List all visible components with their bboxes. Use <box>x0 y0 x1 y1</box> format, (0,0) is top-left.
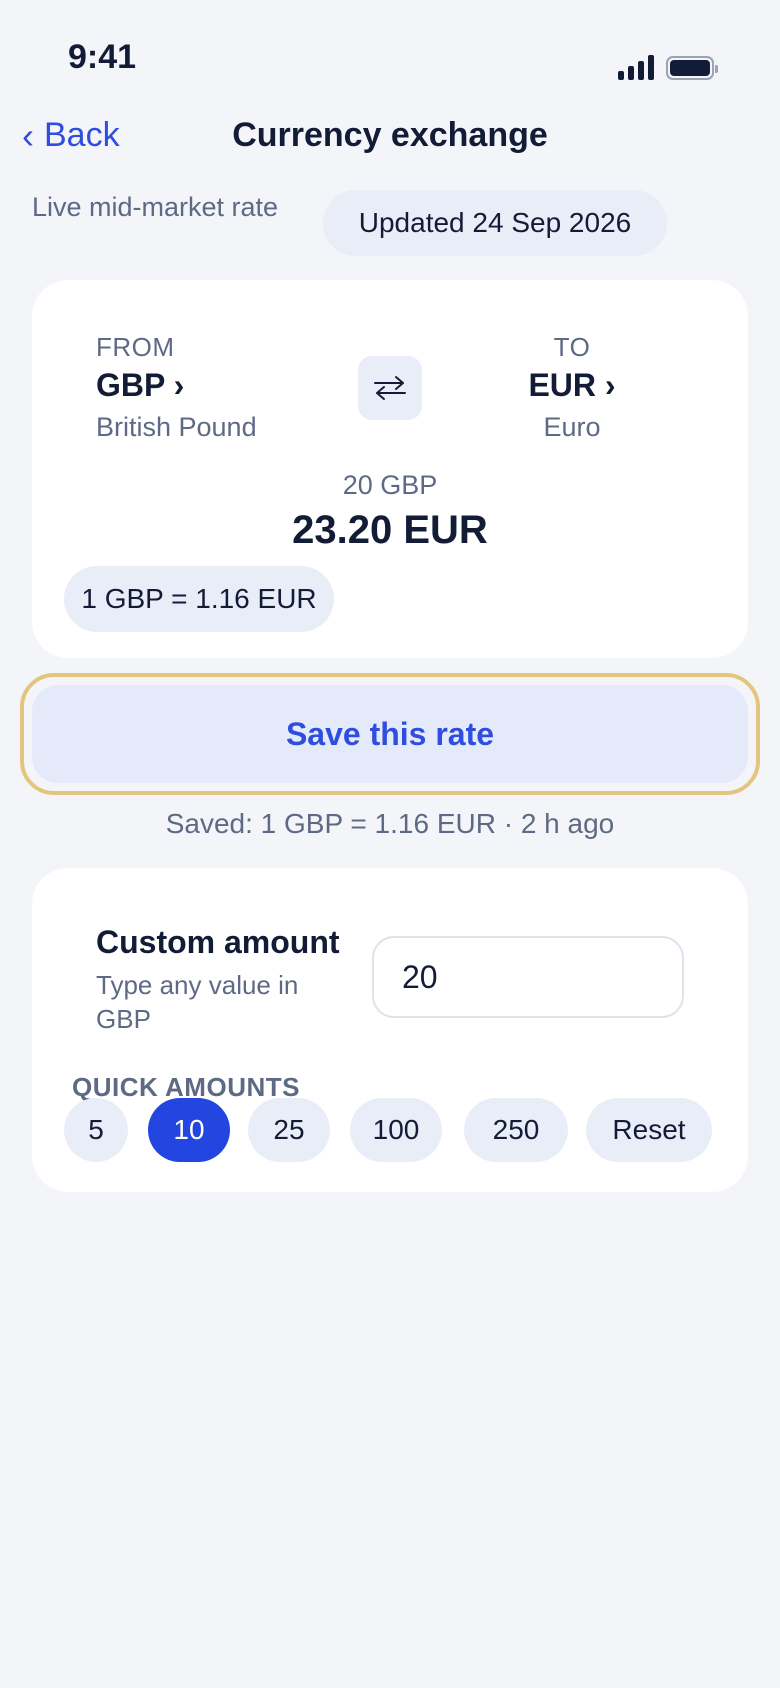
quick-amount-250[interactable]: 250 <box>464 1098 568 1162</box>
quick-amount-25[interactable]: 25 <box>248 1098 330 1162</box>
status-time: 9:41 <box>68 38 137 76</box>
save-rate-button[interactable]: Save this rate <box>32 685 748 783</box>
from-currency: FROM GBP › British Pound <box>96 332 257 443</box>
to-currency: TO EUR › Euro <box>492 332 652 443</box>
converter-card: FROM GBP › British Pound TO EUR › Euro 2… <box>32 280 748 658</box>
source-amount: 20 GBP <box>342 470 438 500</box>
from-currency-name: British Pound <box>96 412 257 442</box>
reset-button[interactable]: Reset <box>586 1098 712 1162</box>
from-caption: FROM <box>96 332 175 362</box>
rate-label: Live mid-market rate <box>32 192 279 222</box>
custom-amount-card: Custom amount Type any value in GBP QUIC… <box>32 868 748 1192</box>
back-button[interactable]: ‹ Back <box>22 116 120 155</box>
to-currency-selector[interactable]: EUR › <box>492 367 652 404</box>
to-currency-name: Euro <box>543 412 601 442</box>
battery-icon <box>666 56 718 80</box>
chevron-left-icon: ‹ <box>22 114 34 156</box>
back-label: Back <box>44 116 120 154</box>
to-caption: TO <box>553 332 591 362</box>
custom-amount-title: Custom amount <box>96 924 340 960</box>
quick-amount-100[interactable]: 100 <box>350 1098 442 1162</box>
exchange-rate-badge: 1 GBP = 1.16 EUR <box>64 566 334 632</box>
swap-button[interactable] <box>358 356 422 420</box>
from-currency-selector[interactable]: GBP › <box>96 367 257 404</box>
updated-badge: Updated 24 Sep 2026 <box>323 190 667 256</box>
quick-amount-10[interactable]: 10 <box>148 1098 230 1162</box>
amount-input[interactable] <box>372 936 684 1018</box>
currency-exchange-screen: 9:41 Currency exchange ‹ Back Live mid-m… <box>0 0 780 1688</box>
signal-icon <box>618 54 654 80</box>
saved-rate-note: Saved: 1 GBP = 1.16 EUR · 2 h ago <box>165 808 615 839</box>
custom-amount-subtitle: Type any value in GBP <box>96 970 299 1034</box>
quick-amount-5[interactable]: 5 <box>64 1098 128 1162</box>
converted-amount: 23.20 EUR <box>292 508 488 552</box>
swap-arrows-icon <box>374 376 406 400</box>
